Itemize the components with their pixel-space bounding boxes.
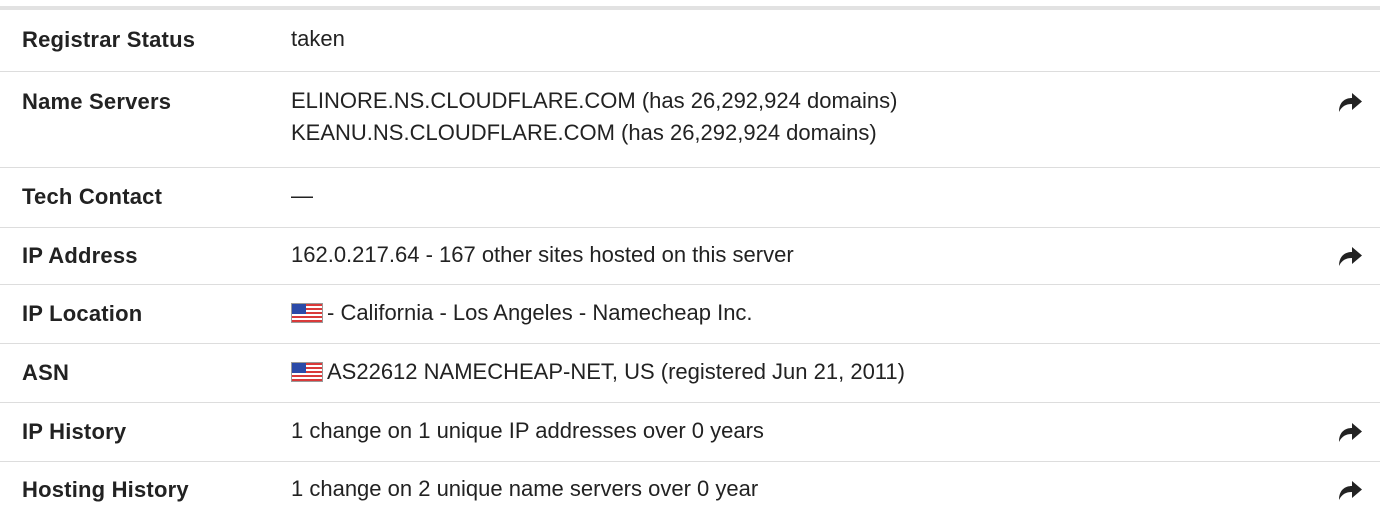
asn-value: AS22612 NAMECHEAP-NET, US (registered Ju… [327, 359, 905, 384]
row-label: IP Address [22, 243, 138, 268]
row-label: IP History [22, 419, 127, 444]
row-label: Hosting History [22, 477, 189, 502]
row-value: 1 change on 2 unique name servers over 0… [291, 473, 758, 505]
name-server-2: KEANU.NS.CLOUDFLARE.COM (has 26,292,924 … [291, 120, 877, 145]
ip-location-value: - California - Los Angeles - Namecheap I… [327, 300, 753, 325]
share-arrow-icon[interactable] [1336, 479, 1364, 501]
row-label: Registrar Status [22, 27, 196, 52]
share-arrow-icon[interactable] [1336, 91, 1364, 113]
row-asn: ASN AS22612 NAMECHEAP-NET, US (registere… [0, 344, 1380, 403]
us-flag-icon [291, 362, 323, 382]
us-flag-icon [291, 303, 323, 323]
name-server-1: ELINORE.NS.CLOUDFLARE.COM (has 26,292,92… [291, 88, 898, 113]
row-value: AS22612 NAMECHEAP-NET, US (registered Ju… [291, 356, 905, 388]
row-name-servers: Name Servers ELINORE.NS.CLOUDFLARE.COM (… [0, 72, 1380, 168]
row-value: 162.0.217.64 - 167 other sites hosted on… [291, 239, 794, 271]
registrar-status-value: taken [291, 26, 345, 51]
row-hosting-history: Hosting History 1 change on 2 unique nam… [0, 462, 1380, 502]
row-ip-location: IP Location - California - Los Angeles -… [0, 285, 1380, 344]
row-registrar-status: Registrar Status taken [0, 10, 1380, 72]
row-tech-contact: Tech Contact — [0, 168, 1380, 228]
row-label: Tech Contact [22, 184, 163, 209]
row-value: 1 change on 1 unique IP addresses over 0… [291, 415, 764, 447]
row-label: ASN [22, 360, 70, 385]
hosting-history-value: 1 change on 2 unique name servers over 0… [291, 476, 759, 501]
row-ip-history: IP History 1 change on 1 unique IP addre… [0, 403, 1380, 462]
row-ip-address: IP Address 162.0.217.64 - 167 other site… [0, 228, 1380, 285]
row-value: taken [291, 23, 345, 55]
row-label: IP Location [22, 301, 143, 326]
row-value: ELINORE.NS.CLOUDFLARE.COM (has 26,292,92… [291, 85, 897, 149]
row-label: Name Servers [22, 89, 172, 114]
row-value: — [291, 180, 313, 212]
share-arrow-icon[interactable] [1336, 421, 1364, 443]
row-value: - California - Los Angeles - Namecheap I… [291, 297, 753, 329]
share-arrow-icon[interactable] [1336, 245, 1364, 267]
ip-address-value: 162.0.217.64 - 167 other sites hosted on… [291, 242, 794, 267]
ip-history-value: 1 change on 1 unique IP addresses over 0… [291, 418, 764, 443]
whois-info-table: Registrar Status taken Name Servers ELIN… [0, 10, 1380, 502]
tech-contact-value: — [291, 183, 313, 208]
